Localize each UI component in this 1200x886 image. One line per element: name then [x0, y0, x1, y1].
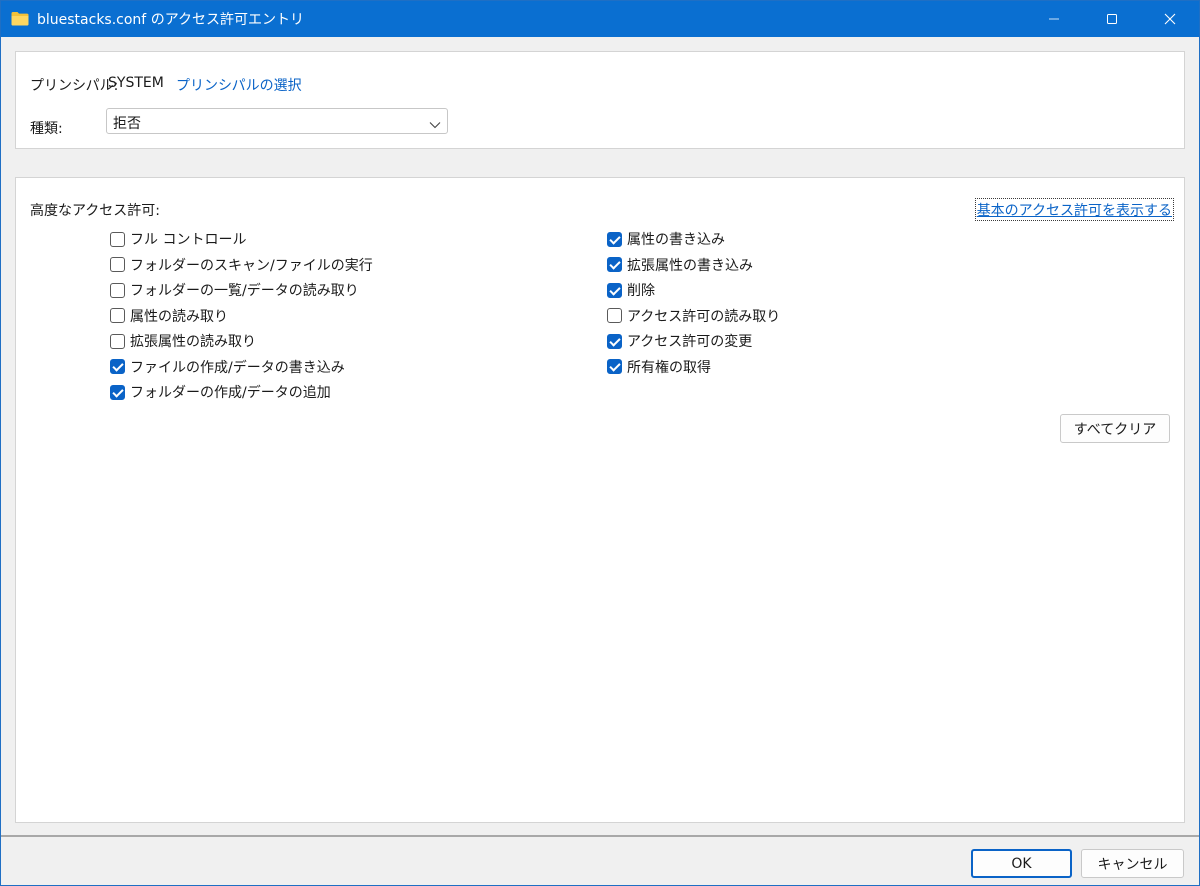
permission-label: フォルダーの一覧/データの読み取り [130, 283, 359, 299]
permission-item[interactable]: 拡張属性の読み取り [110, 330, 256, 352]
checkbox-unchecked[interactable] [110, 231, 125, 247]
permission-label: アクセス許可の変更 [627, 334, 753, 350]
advanced-permissions-label: 高度なアクセス許可: [30, 203, 161, 219]
close-button[interactable] [1141, 1, 1199, 37]
permission-item[interactable]: 削除 [607, 279, 655, 301]
checkbox-checked[interactable] [607, 359, 622, 374]
type-select[interactable]: 拒否 [106, 108, 448, 134]
permission-item[interactable]: フル コントロール [110, 228, 246, 250]
permission-item[interactable]: 拡張属性の書き込み [607, 254, 753, 276]
window-title: bluestacks.conf のアクセス許可エントリ [37, 12, 304, 28]
maximize-icon [1107, 14, 1117, 24]
clear-all-button[interactable]: すべてクリア [1060, 414, 1170, 443]
checkbox-checked[interactable] [607, 333, 622, 349]
permission-item[interactable]: フォルダーのスキャン/ファイルの実行 [110, 254, 373, 276]
permission-label: 削除 [627, 283, 655, 299]
advanced-permissions-panel: 高度なアクセス許可: 基本のアクセス許可を表示する フル コントロールフォルダー… [15, 177, 1185, 823]
show-basic-permissions-link[interactable]: 基本のアクセス許可を表示する [974, 198, 1174, 221]
permission-label: 拡張属性の書き込み [627, 257, 753, 274]
permission-item[interactable]: 所有権の取得 [607, 356, 711, 378]
permission-label: ファイルの作成/データの書き込み [130, 359, 345, 376]
checkbox-checked[interactable] [110, 359, 125, 374]
minimize-icon [1049, 18, 1059, 20]
permission-item[interactable]: アクセス許可の変更 [607, 330, 752, 352]
permission-label: フォルダーの作成/データの追加 [130, 385, 331, 401]
checkbox-checked[interactable] [110, 384, 125, 400]
ok-button[interactable]: OK [971, 849, 1072, 878]
checkbox-checked[interactable] [607, 282, 622, 298]
checkbox-checked[interactable] [607, 257, 622, 272]
type-label: 種類: [30, 121, 63, 137]
permission-label: 属性の書き込み [627, 232, 725, 248]
checkbox-unchecked[interactable] [110, 333, 125, 349]
select-principal-link[interactable]: プリンシパルの選択 [176, 75, 302, 95]
type-select-value: 拒否 [113, 116, 141, 132]
maximize-button[interactable] [1083, 1, 1141, 37]
permission-item[interactable]: ファイルの作成/データの書き込み [110, 356, 345, 378]
permission-item[interactable]: 属性の書き込み [607, 228, 725, 250]
footer-separator [1, 835, 1199, 837]
checkbox-checked[interactable] [607, 231, 622, 247]
cancel-button[interactable]: キャンセル [1081, 849, 1184, 878]
permission-label: 属性の読み取り [130, 308, 228, 325]
close-icon [1164, 13, 1176, 25]
permission-label: アクセス許可の読み取り [627, 308, 781, 325]
principal-value: SYSTEM [108, 75, 164, 91]
checkbox-unchecked[interactable] [607, 308, 622, 323]
checkbox-unchecked[interactable] [110, 282, 125, 298]
permission-label: フォルダーのスキャン/ファイルの実行 [130, 257, 373, 274]
folder-icon [11, 11, 29, 26]
minimize-button[interactable] [1025, 1, 1083, 37]
permission-item[interactable]: アクセス許可の読み取り [607, 305, 780, 327]
permission-item[interactable]: 属性の読み取り [110, 305, 228, 327]
permission-entry-dialog: bluestacks.conf のアクセス許可エントリ プリンシパル: SYST… [0, 0, 1200, 886]
permission-label: フル コントロール [130, 232, 247, 248]
chevron-down-icon [429, 117, 441, 133]
checkbox-unchecked[interactable] [110, 308, 125, 323]
permission-label: 所有権の取得 [627, 359, 711, 376]
checkbox-unchecked[interactable] [110, 257, 125, 272]
permission-item[interactable]: フォルダーの作成/データの追加 [110, 381, 331, 403]
title-bar[interactable]: bluestacks.conf のアクセス許可エントリ [1, 1, 1199, 37]
permission-label: 拡張属性の読み取り [130, 334, 256, 350]
principal-label: プリンシパル: [30, 78, 119, 94]
principal-panel: プリンシパル: SYSTEM プリンシパルの選択 種類: 拒否 [15, 51, 1185, 149]
permission-item[interactable]: フォルダーの一覧/データの読み取り [110, 279, 359, 301]
